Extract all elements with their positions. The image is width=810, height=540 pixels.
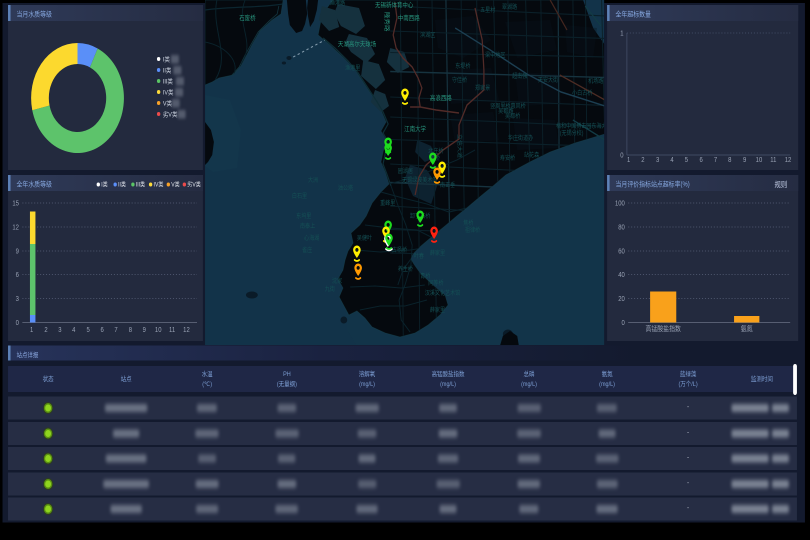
svg-text:白石里: 白石里 — [292, 192, 308, 201]
svg-text:守佳桥: 守佳桥 — [452, 76, 468, 85]
svg-text:1: 1 — [627, 157, 631, 165]
svg-text:3: 3 — [58, 327, 62, 335]
svg-text:华庄街道办: 华庄街道办 — [508, 134, 534, 143]
svg-text:梁中地区: 梁中地区 — [485, 51, 506, 60]
svg-text:超南强: 超南强 — [512, 72, 528, 81]
svg-text:格和中国搏击园东海大学: 格和中国搏击园东海大学 — [556, 122, 604, 131]
svg-text:大洲: 大洲 — [308, 176, 319, 185]
svg-text:渔港里: 渔港里 — [345, 64, 361, 73]
svg-text:0: 0 — [622, 320, 626, 328]
svg-text:2: 2 — [641, 157, 645, 165]
svg-text:10: 10 — [756, 157, 763, 165]
svg-text:5: 5 — [87, 327, 91, 335]
svg-text:雀庄: 雀庄 — [302, 246, 313, 255]
svg-text:中南西路: 中南西路 — [398, 14, 420, 23]
svg-text:8: 8 — [129, 327, 133, 335]
svg-text:薛家里: 薛家里 — [430, 306, 446, 315]
svg-text:焦桥: 焦桥 — [463, 219, 474, 228]
svg-text:III类: III类 — [163, 77, 173, 86]
svg-text:小白古桥: 小白古桥 — [572, 89, 593, 98]
svg-text:南泰上: 南泰上 — [300, 222, 316, 231]
svg-text:IV类: IV类 — [163, 88, 174, 97]
svg-text:东堤桥: 东堤桥 — [455, 62, 471, 71]
svg-text:同等桥: 同等桥 — [428, 279, 444, 288]
svg-text:劣V类: 劣V类 — [163, 110, 178, 119]
svg-text:心海湖: 心海湖 — [304, 234, 320, 243]
svg-text:站花森: 站花森 — [524, 151, 540, 160]
svg-text:I类: I类 — [163, 55, 170, 64]
svg-text:沈家: 沈家 — [332, 277, 343, 286]
svg-text:100: 100 — [615, 200, 625, 208]
svg-text:(无锡分校): (无锡分校) — [560, 129, 584, 138]
svg-text:养生桥: 养生桥 — [398, 265, 414, 274]
svg-text:青桥: 青桥 — [420, 272, 431, 281]
svg-text:7: 7 — [714, 157, 718, 165]
svg-text:江南大学: 江南大学 — [404, 125, 426, 134]
svg-text:11: 11 — [770, 157, 776, 165]
svg-text:9: 9 — [743, 157, 747, 165]
svg-text:1: 1 — [620, 30, 624, 38]
svg-text:天安大街: 天安大街 — [538, 76, 559, 85]
svg-text:重峰里: 重峰里 — [380, 199, 396, 208]
svg-text:4: 4 — [72, 327, 76, 335]
svg-text:12: 12 — [785, 157, 792, 165]
svg-text:3: 3 — [16, 296, 20, 304]
svg-text:郑家景: 郑家景 — [475, 84, 491, 93]
svg-text:9: 9 — [143, 327, 147, 335]
svg-text:3: 3 — [656, 157, 660, 165]
svg-text:翠湖路: 翠湖路 — [502, 3, 518, 12]
svg-text:油公塔: 油公塔 — [338, 184, 354, 193]
svg-text:天湖高尔夫球场: 天湖高尔夫球场 — [338, 40, 376, 49]
svg-text:薛家里: 薛家里 — [430, 249, 446, 258]
svg-text:南正垂: 南正垂 — [440, 181, 456, 190]
svg-text:渔港路: 渔港路 — [330, 0, 346, 7]
svg-text:高锰酸盐指数: 高锰酸盐指数 — [645, 323, 681, 333]
svg-text:五星村: 五星村 — [480, 6, 496, 15]
svg-text:60: 60 — [618, 248, 625, 256]
svg-text:6: 6 — [100, 327, 104, 335]
svg-text:叶春: 叶春 — [414, 252, 425, 261]
svg-text:6: 6 — [16, 272, 20, 280]
svg-text:吴健叶: 吴健叶 — [357, 234, 373, 243]
svg-text:滨湖区: 滨湖区 — [420, 31, 436, 40]
svg-text:0: 0 — [620, 152, 624, 160]
svg-text:1: 1 — [30, 327, 34, 335]
svg-text:6: 6 — [700, 157, 704, 165]
svg-text:园湖居: 园湖居 — [398, 167, 414, 176]
svg-text:7: 7 — [114, 327, 118, 335]
svg-text:高浪西路: 高浪西路 — [430, 94, 452, 103]
svg-text:10: 10 — [155, 327, 162, 335]
svg-text:东坞里: 东坞里 — [296, 212, 312, 221]
svg-text:寿安桥: 寿安桥 — [500, 154, 516, 163]
svg-text:II类: II类 — [163, 66, 172, 75]
svg-text:氨氮: 氨氮 — [741, 323, 753, 333]
svg-text:汉溪文化艺术馆: 汉溪文化艺术馆 — [425, 289, 461, 298]
svg-text:0: 0 — [16, 320, 20, 328]
svg-text:9: 9 — [16, 248, 20, 256]
svg-text:吴都路: 吴都路 — [498, 107, 514, 116]
svg-text:20: 20 — [618, 296, 625, 304]
svg-text:40: 40 — [618, 272, 625, 280]
svg-text:12: 12 — [183, 327, 190, 335]
svg-text:2: 2 — [44, 327, 48, 335]
svg-text:8: 8 — [728, 157, 732, 165]
svg-text:祖律桥: 祖律桥 — [465, 226, 481, 235]
svg-text:九街: 九街 — [325, 285, 336, 294]
svg-text:80: 80 — [618, 224, 625, 232]
svg-text:无锡绿波美术馆: 无锡绿波美术馆 — [402, 176, 438, 185]
svg-text:12: 12 — [12, 224, 19, 232]
svg-text:机场路: 机场路 — [588, 77, 604, 86]
svg-text:15: 15 — [12, 200, 19, 208]
svg-text:4: 4 — [670, 157, 674, 165]
svg-text:古杨桥: 古杨桥 — [392, 246, 408, 255]
svg-text:石废桥: 石废桥 — [239, 14, 255, 23]
svg-text:11: 11 — [169, 327, 175, 335]
svg-text:无锡新体育中心: 无锡新体育中心 — [375, 1, 413, 10]
svg-text:5: 5 — [685, 157, 689, 165]
svg-text:V类: V类 — [163, 99, 172, 108]
